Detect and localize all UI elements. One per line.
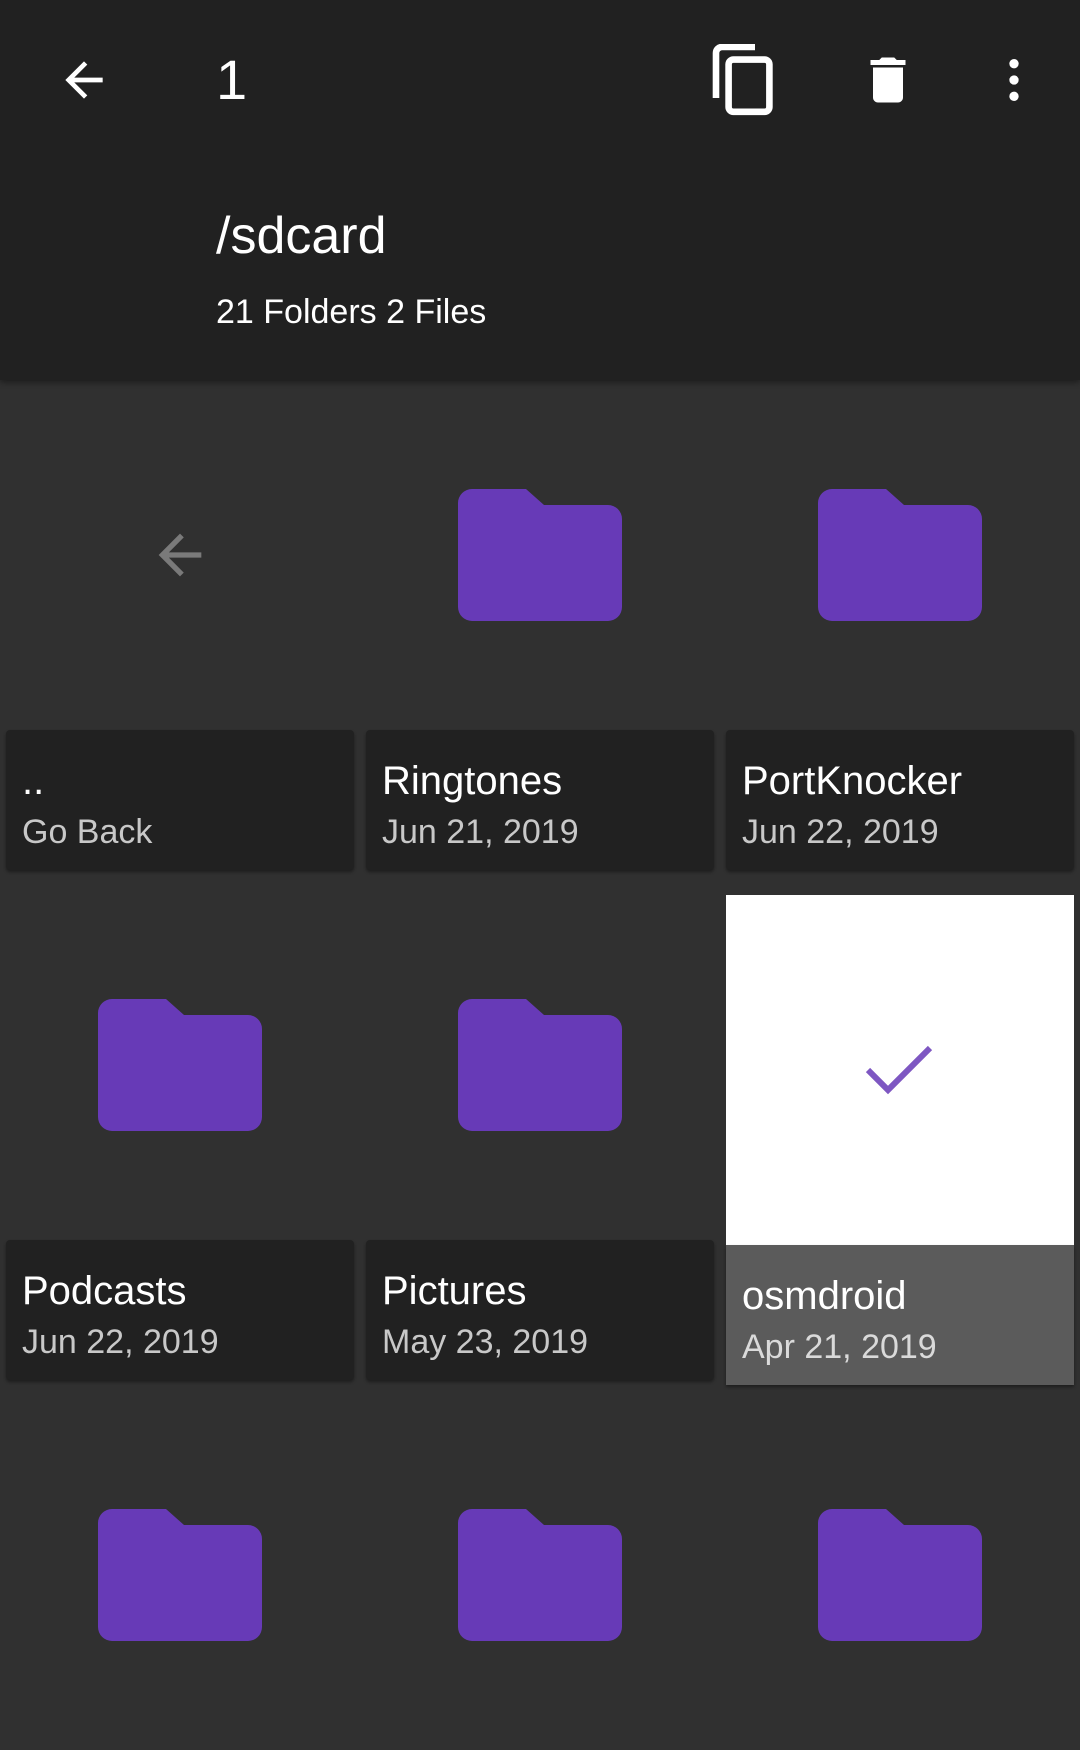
item-date: Jun 22, 2019: [742, 813, 939, 851]
arrow-back-icon: [65, 61, 103, 99]
item-name: Podcasts: [22, 1269, 187, 1313]
item-name: ..: [22, 759, 45, 803]
thumbnail: [366, 380, 714, 730]
thumbnail: [726, 380, 1074, 730]
copy-icon: [712, 44, 773, 116]
delete-button[interactable]: [848, 40, 928, 120]
item-caption: osmdroid Apr 21, 2019: [726, 1245, 1074, 1385]
app-toolbar: 1 /sdcard 21 Folders 2 Files: [0, 0, 1080, 380]
folder-file-summary: 21 Folders 2 Files: [216, 293, 487, 331]
thumbnail: [366, 890, 714, 1240]
current-path: /sdcard: [216, 207, 387, 265]
item-date: Jun 22, 2019: [22, 1323, 219, 1361]
folder-icon: [98, 1509, 262, 1641]
back-button[interactable]: [44, 40, 124, 120]
folder-icon: [458, 999, 622, 1131]
item-caption: Podcasts Jun 22, 2019: [6, 1240, 354, 1380]
file-grid: .. Go Back Ringtones Jun 21, 2019 PortKn…: [0, 380, 1080, 1699]
check-icon: [865, 1045, 933, 1095]
item-date: Apr 21, 2019: [742, 1328, 937, 1366]
folder-icon: [458, 1509, 622, 1641]
folder-icon: [818, 489, 982, 621]
item-caption: .. Go Back: [6, 730, 354, 870]
more-vert-icon: [1009, 59, 1019, 101]
item-name: Ringtones: [382, 759, 563, 803]
thumbnail: [6, 380, 354, 730]
arrow-back-icon: [158, 533, 202, 577]
selection-count: 1: [216, 48, 248, 111]
item-date: May 23, 2019: [382, 1323, 589, 1361]
item-caption: Pictures May 23, 2019: [366, 1240, 714, 1380]
copy-button[interactable]: [702, 40, 784, 120]
thumbnail: [6, 890, 354, 1240]
thumbnail: [726, 1400, 1074, 1750]
item-name: Pictures: [382, 1269, 527, 1313]
item-name: PortKnocker: [742, 759, 963, 803]
item-name: osmdroid: [742, 1274, 907, 1318]
thumbnail-selected: [726, 895, 1074, 1245]
delete-icon: [870, 57, 906, 103]
item-date: Jun 21, 2019: [382, 813, 579, 851]
item-caption: Ringtones Jun 21, 2019: [366, 730, 714, 870]
item-caption: PortKnocker Jun 22, 2019: [726, 730, 1074, 870]
thumbnail: [6, 1400, 354, 1750]
folder-icon: [818, 1509, 982, 1641]
more-options-button[interactable]: [974, 40, 1054, 120]
folder-icon: [458, 489, 622, 621]
item-subtitle: Go Back: [22, 813, 153, 851]
thumbnail: [366, 1400, 714, 1750]
folder-icon: [98, 999, 262, 1131]
